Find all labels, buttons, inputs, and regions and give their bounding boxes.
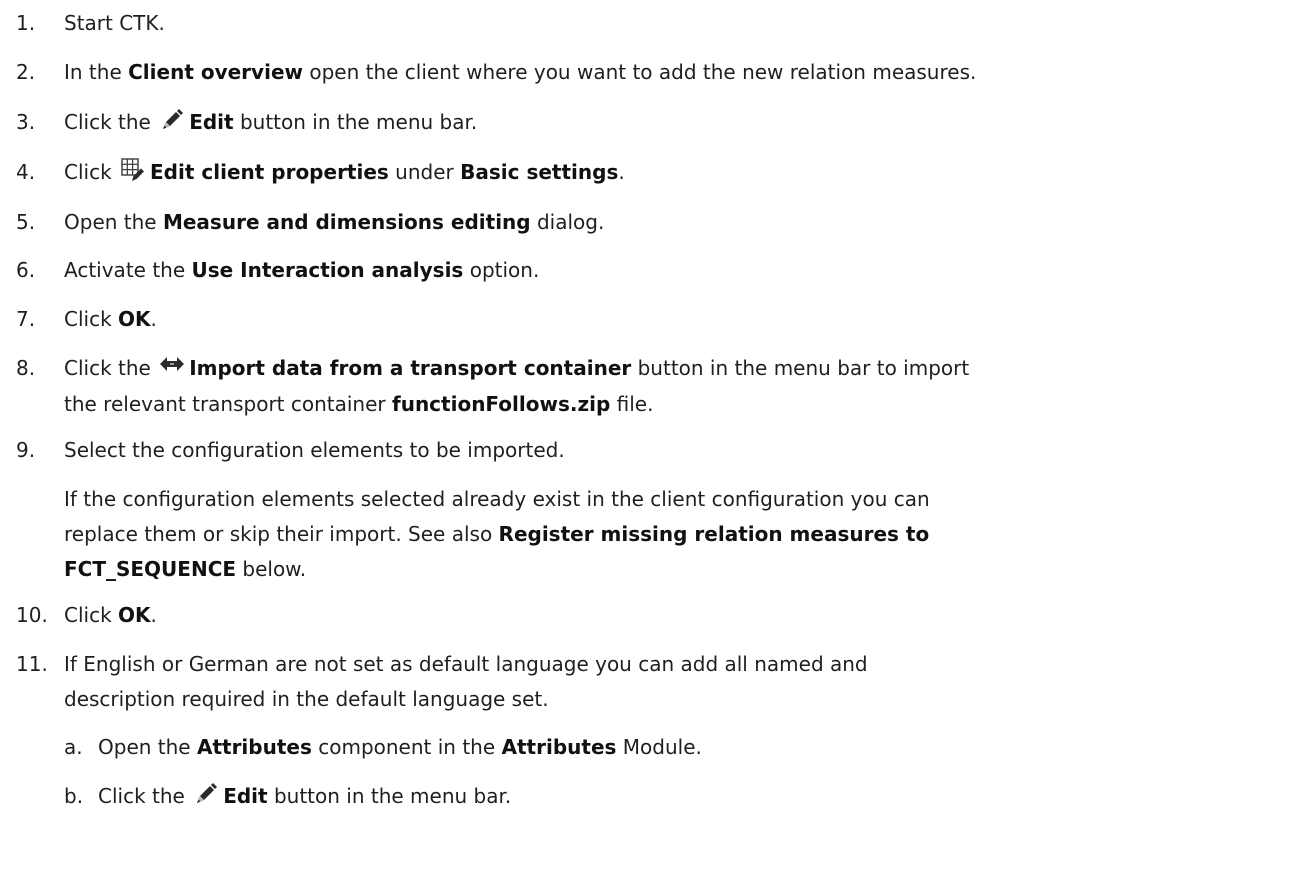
ui-term: Use Interaction analysis — [191, 258, 464, 282]
ui-term: Edit client properties — [150, 160, 389, 184]
step-text: In the Client overview open the client w… — [64, 60, 977, 84]
step-text: Activate the Use Interaction analysis op… — [64, 258, 540, 282]
step-text: Select the configuration elements to be … — [64, 438, 565, 462]
step-text: Click OK. — [64, 603, 157, 627]
step-11-continuation: description required in the default lang… — [64, 687, 549, 711]
step-text: Start CTK. — [64, 11, 165, 35]
ui-term: Edit — [223, 784, 268, 808]
import-icon — [159, 353, 185, 379]
step-number: 11. — [16, 652, 48, 676]
ui-term: Edit — [189, 110, 234, 134]
step-number: 5. — [16, 210, 36, 234]
step-number: 6. — [16, 258, 36, 282]
cross-reference-link: FCT_SEQUENCE — [64, 557, 237, 581]
ui-term: Import data from a transport container — [189, 356, 632, 380]
ui-term: Attributes — [501, 735, 617, 759]
substep-letter: a. — [64, 735, 83, 759]
step-number: 10. — [16, 603, 48, 627]
pencil-icon — [193, 781, 219, 807]
step-8-continuation: the relevant transport container functio… — [64, 392, 654, 416]
instruction-document: 1. Start CTK. 2. In the Client overview … — [0, 0, 1299, 874]
cross-reference-link: Register missing relation measures to — [498, 522, 930, 546]
step-text: If English or German are not set as defa… — [64, 652, 868, 676]
ui-term: Basic settings — [460, 160, 619, 184]
step-number: 8. — [16, 356, 36, 380]
note-line-1: If the configuration elements selected a… — [64, 487, 930, 511]
ui-term: Measure and dimensions editing — [162, 210, 531, 234]
substep-text: Click the Edit button in the menu bar. — [98, 780, 511, 812]
step-text: Click Edit client properties under Basic… — [64, 156, 625, 188]
step-number: 2. — [16, 60, 36, 84]
step-text: Click OK. — [64, 307, 157, 331]
ui-term: OK — [118, 603, 151, 627]
step-number: 1. — [16, 11, 36, 35]
step-text: Open the Measure and dimensions editing … — [64, 210, 605, 234]
grid-edit-icon — [120, 157, 146, 183]
substep-letter: b. — [64, 784, 84, 808]
step-text: Click the Edit button in the menu bar. — [64, 106, 477, 138]
step-number: 7. — [16, 307, 36, 331]
step-number: 9. — [16, 438, 36, 462]
note-line-3: FCT_SEQUENCE below. — [64, 557, 307, 581]
step-text: Click the Import data from a transport c… — [64, 352, 969, 384]
ui-term: Attributes — [196, 735, 312, 759]
pencil-icon — [159, 107, 185, 133]
ui-term: OK — [118, 307, 151, 331]
step-number: 4. — [16, 160, 36, 184]
substep-text: Open the Attributes component in the Att… — [98, 735, 702, 759]
file-name: functionFollows.zip — [392, 392, 611, 416]
ui-term: Client overview — [128, 60, 303, 84]
note-line-2: replace them or skip their import. See a… — [64, 522, 930, 546]
step-number: 3. — [16, 110, 36, 134]
